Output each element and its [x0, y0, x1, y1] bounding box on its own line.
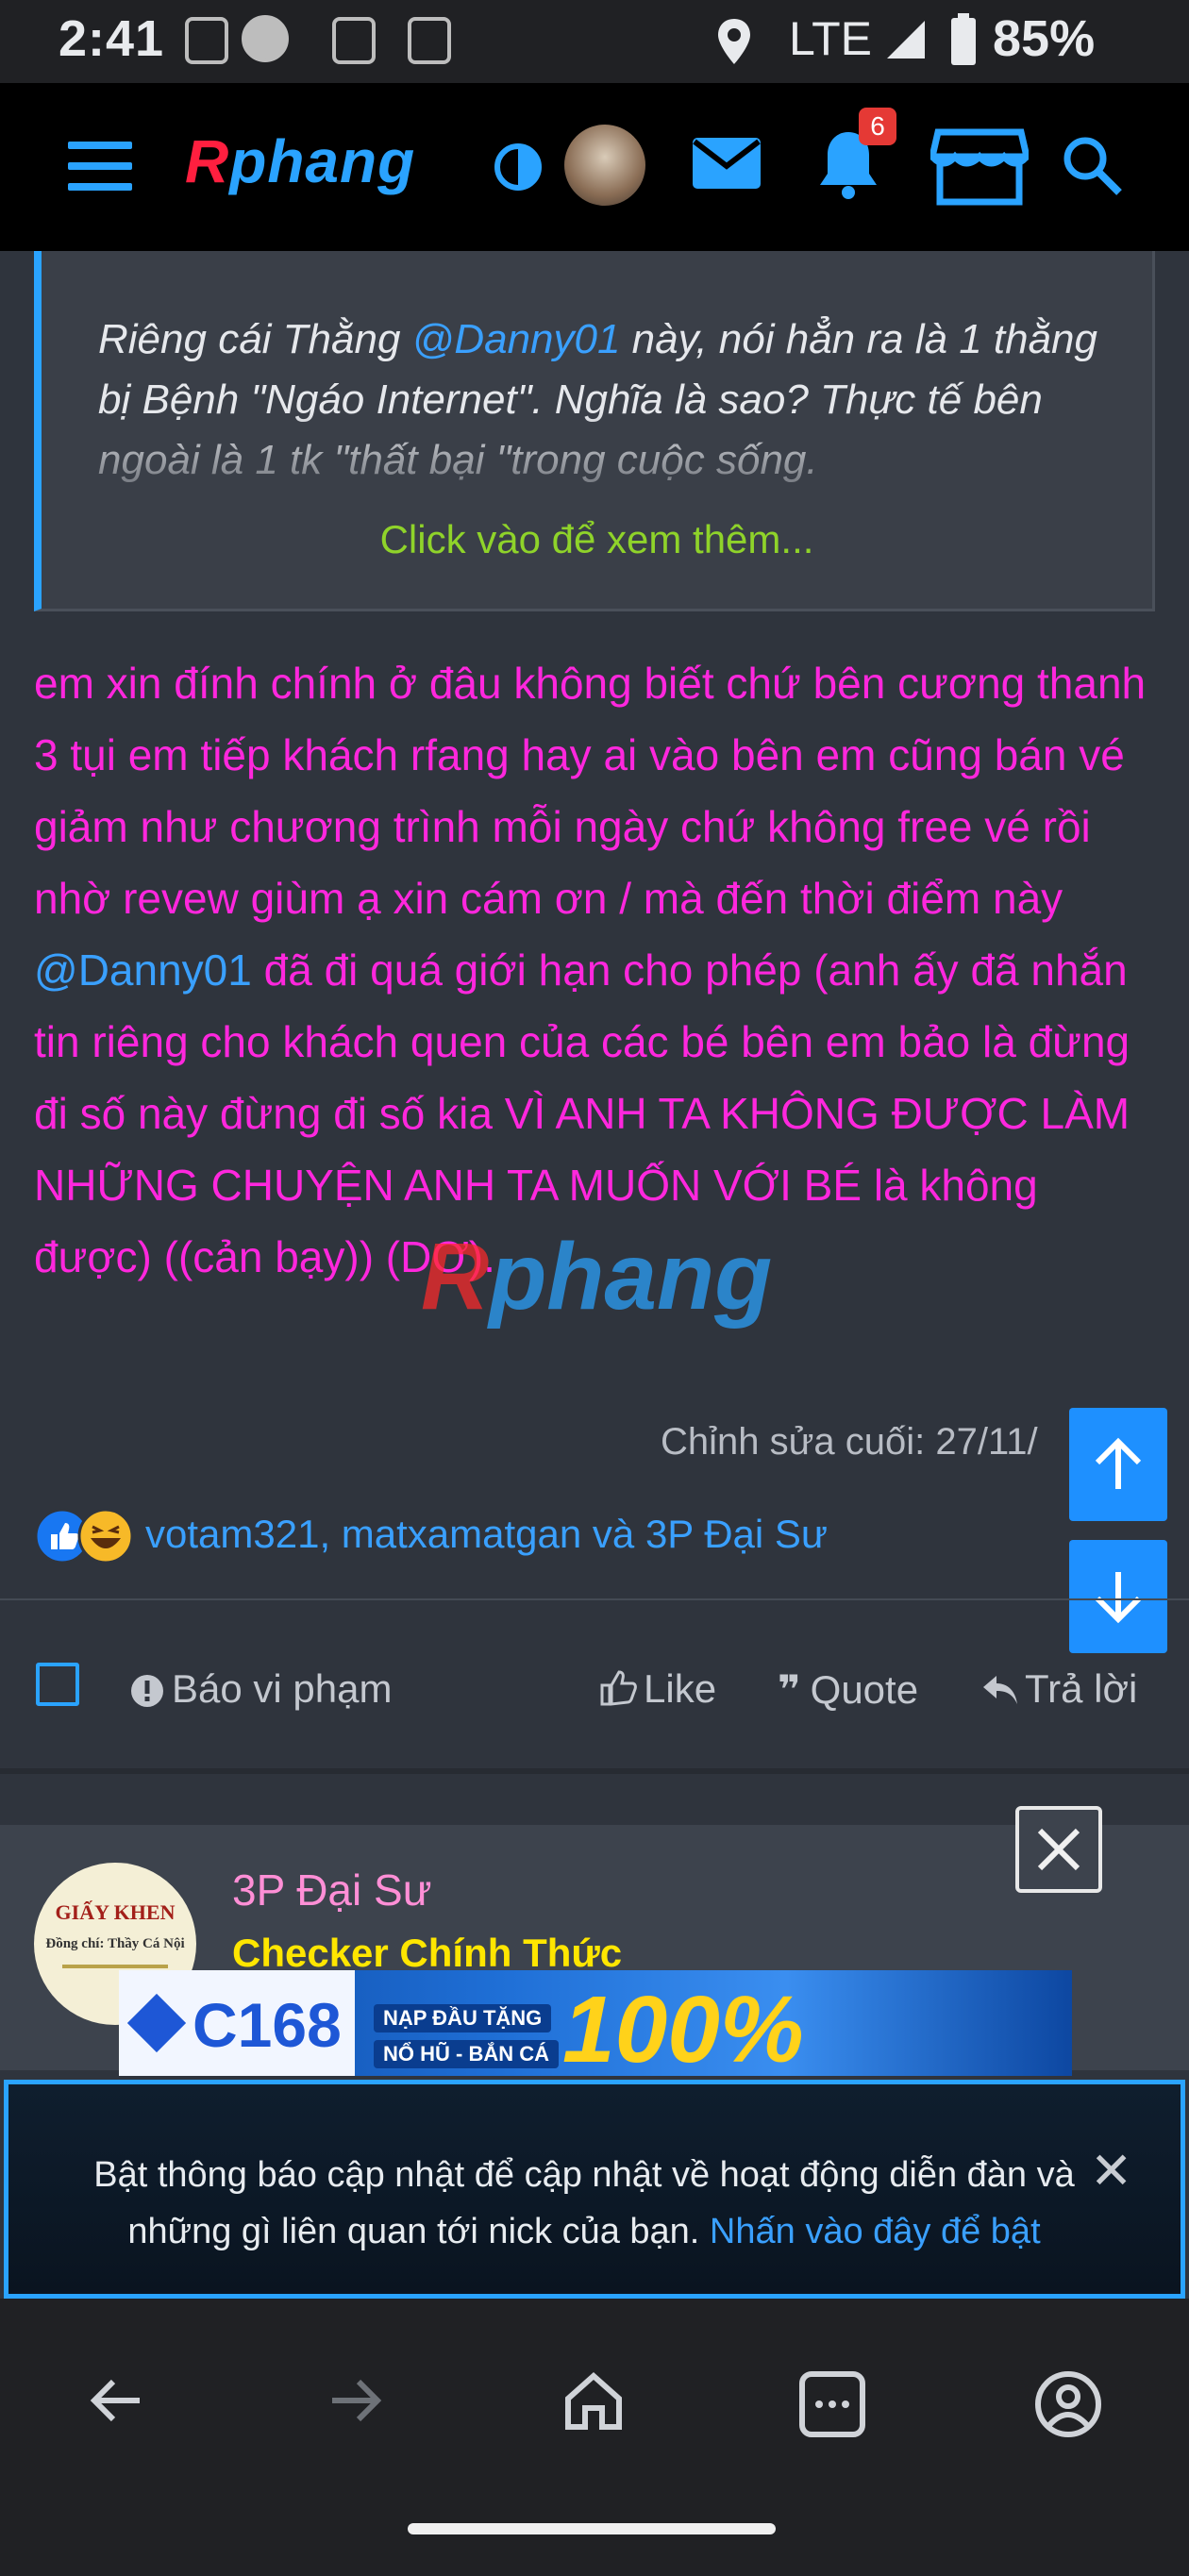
- browser-nav-bar: [0, 2299, 1189, 2576]
- reply-button[interactable]: Trả lời: [981, 1666, 1137, 1712]
- network-type: LTE: [789, 12, 872, 65]
- notification-message: Bật thông báo cập nhật để cập nhật về ho…: [93, 2155, 1075, 2251]
- post-actions: Báo vi phạm Like ❞ Quote Trả lời: [0, 1642, 1189, 1727]
- arrow-up-icon: [1095, 1437, 1142, 1489]
- search-icon[interactable]: [1061, 134, 1123, 196]
- signal-icon: [887, 21, 925, 59]
- quote-expand-link[interactable]: Click vào để xem thêm...: [42, 517, 1152, 562]
- status-bar: 2:41 LTE 85%: [0, 0, 1189, 83]
- circle-app-icon: [242, 15, 289, 62]
- user-avatar[interactable]: [564, 125, 645, 206]
- ad-tag-1: NẠP ĐẦU TẶNG: [374, 2004, 552, 2032]
- author-role: Checker Chính Thức: [232, 1931, 623, 1975]
- theme-toggle-icon[interactable]: [493, 142, 544, 192]
- enable-notifications-link[interactable]: Nhấn vào đây để bật: [710, 2212, 1041, 2251]
- thumbs-up-icon: [600, 1670, 637, 1706]
- forward-icon[interactable]: [325, 2370, 385, 2431]
- location-icon: [718, 19, 750, 64]
- ad-brand: C168: [119, 1970, 355, 2076]
- scroll-bottom-button[interactable]: [1069, 1540, 1167, 1653]
- home-icon[interactable]: [562, 2370, 625, 2433]
- store-icon[interactable]: [930, 128, 1029, 206]
- quote-fade: [42, 411, 1152, 525]
- notification-badge: 6: [859, 108, 896, 145]
- quote-block: Riêng cái Thằng @Danny01 này, nói hẳn ra…: [34, 251, 1155, 611]
- reply-icon: [983, 1676, 1017, 1704]
- dismiss-notification-icon[interactable]: ✕: [1090, 2141, 1132, 2200]
- battery-icon: [951, 13, 976, 65]
- select-post-checkbox[interactable]: [36, 1663, 79, 1706]
- divider: [0, 1598, 1189, 1600]
- like-button[interactable]: Like: [598, 1666, 716, 1712]
- post-body: em xin đính chính ở đâu không biết chứ b…: [34, 659, 1147, 1281]
- status-time: 2:41: [59, 10, 165, 67]
- watermark-logo: Rphang: [421, 1224, 773, 1330]
- post-separator: [0, 1768, 1189, 1774]
- ad-banner[interactable]: C168 NẠP ĐẦU TẶNG NỔ HŨ - BẮN CÁ 100%: [119, 1970, 1072, 2076]
- tabs-icon[interactable]: [798, 2370, 866, 2438]
- notification-prompt: Bật thông báo cập nhật để cập nhật về ho…: [4, 2080, 1185, 2299]
- ad-tag-2: NỔ HŨ - BẮN CÁ: [374, 2040, 559, 2068]
- reaction-users-link[interactable]: votam321, matxamatgan và 3P Đại Sư: [145, 1512, 828, 1557]
- close-icon: [1037, 1828, 1080, 1871]
- author-name[interactable]: 3P Đại Sư: [232, 1865, 432, 1915]
- back-icon[interactable]: [87, 2370, 147, 2431]
- gesture-pill[interactable]: [408, 2523, 776, 2534]
- quote-mention-link[interactable]: @Danny01: [412, 316, 621, 362]
- site-header: Rphang 6: [0, 83, 1189, 251]
- scroll-top-button[interactable]: [1069, 1408, 1167, 1521]
- hamburger-menu-icon[interactable]: [68, 142, 132, 191]
- notification-app-icon-2: [332, 17, 376, 64]
- edited-timestamp: Chỉnh sửa cuối: 27/11/: [661, 1421, 1038, 1463]
- ad-headline: 100%: [562, 1977, 804, 2076]
- post-mention-link[interactable]: @Danny01: [34, 945, 252, 995]
- notification-app-icon: [185, 17, 228, 64]
- close-ad-button[interactable]: [1015, 1806, 1102, 1893]
- alert-icon: [131, 1675, 163, 1707]
- mail-icon[interactable]: [691, 136, 762, 191]
- site-logo[interactable]: Rphang: [185, 126, 415, 196]
- arrow-down-icon: [1095, 1572, 1142, 1624]
- t-app-icon: [408, 17, 451, 64]
- quote-icon: ❞: [778, 1667, 801, 1712]
- account-icon[interactable]: [1034, 2370, 1102, 2438]
- battery-percent: 85%: [993, 10, 1096, 67]
- quote-button[interactable]: ❞ Quote: [778, 1666, 918, 1713]
- haha-reaction-icon: [77, 1508, 134, 1564]
- report-button[interactable]: Báo vi phạm: [130, 1666, 392, 1712]
